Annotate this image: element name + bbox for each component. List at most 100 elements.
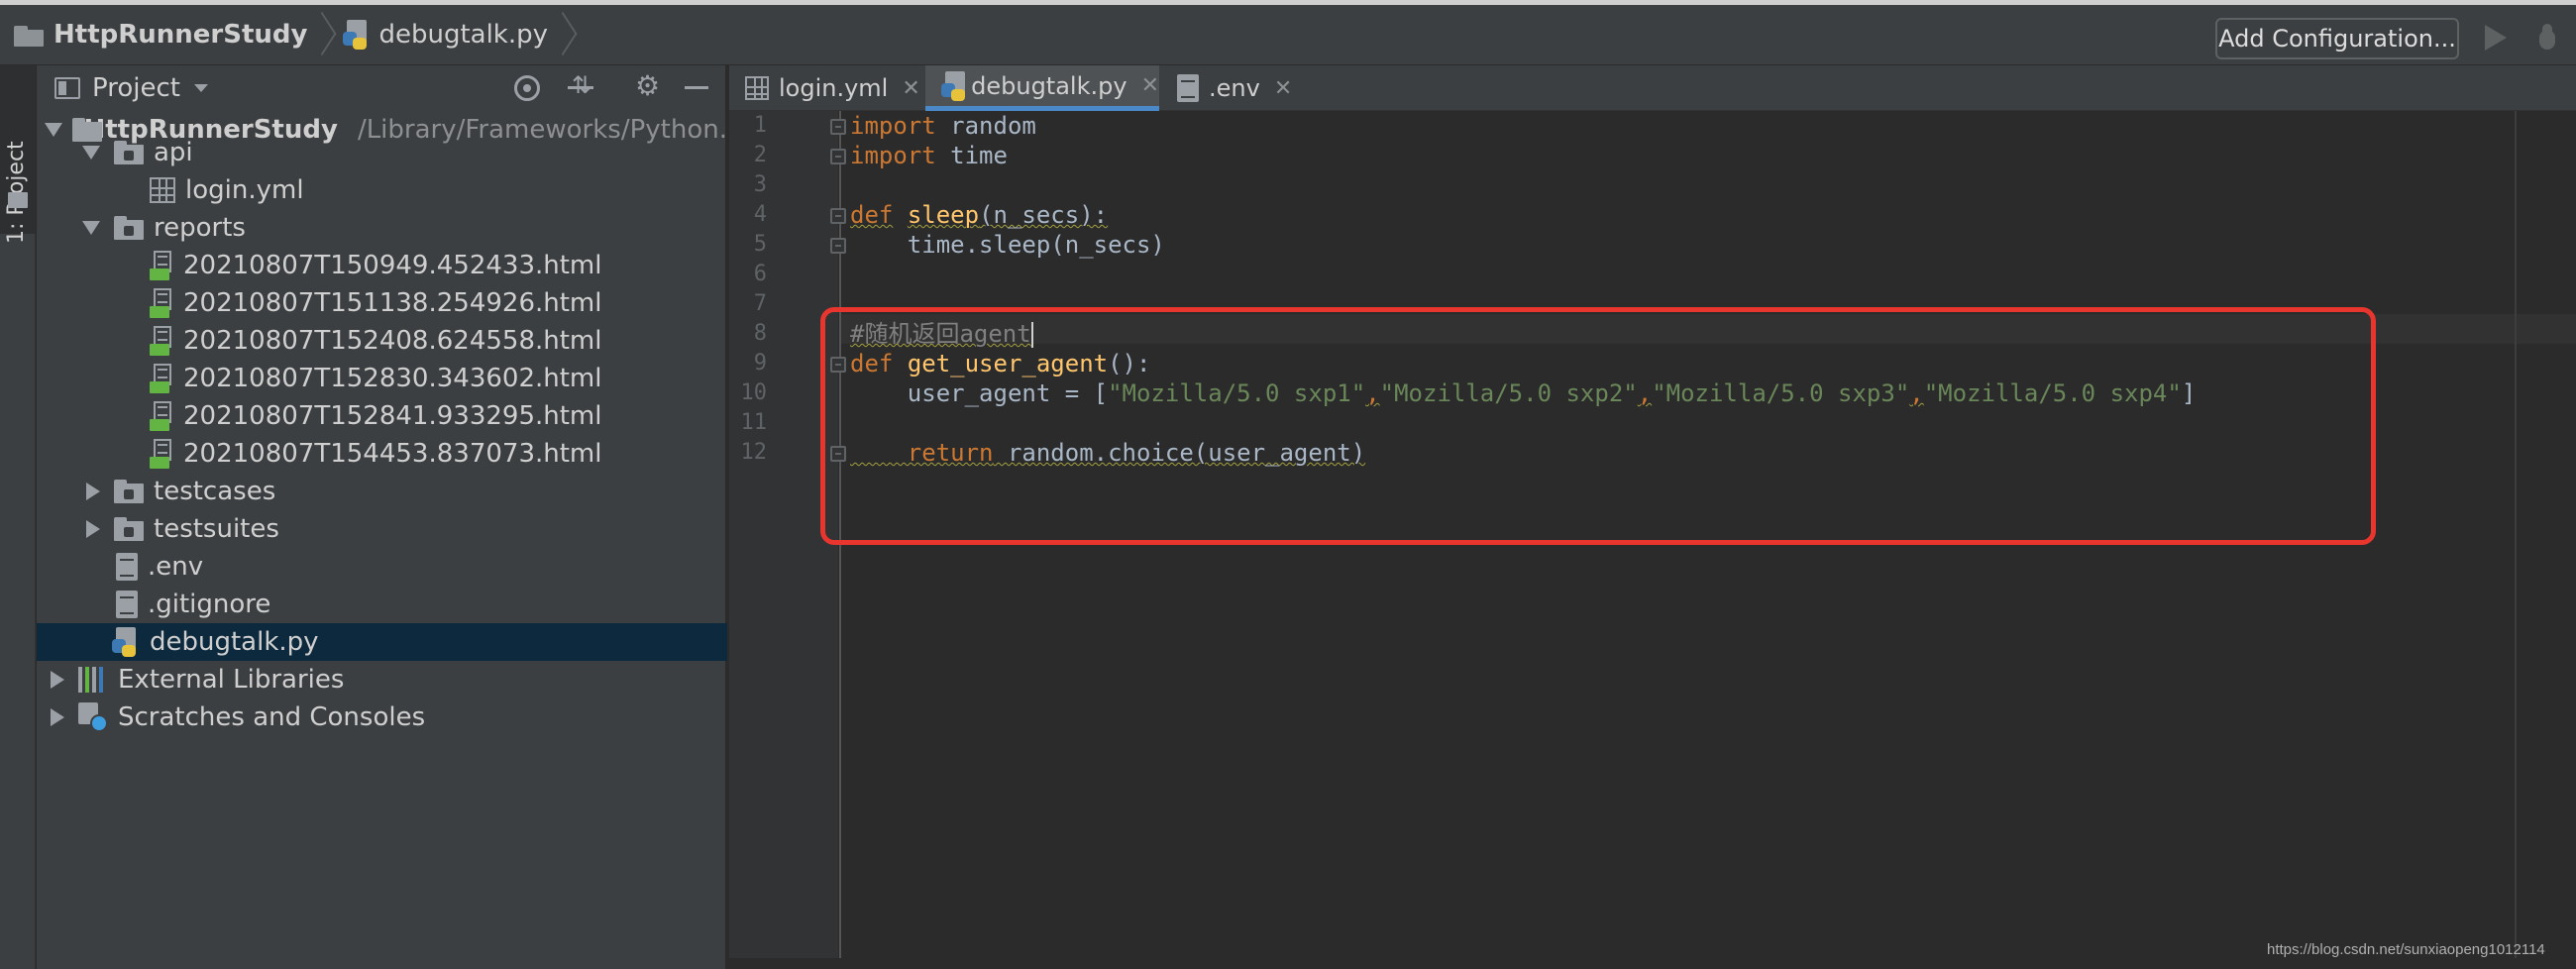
code-text: random — [935, 112, 1036, 140]
keyword: import — [850, 142, 936, 169]
fold-marker-icon[interactable] — [830, 119, 846, 135]
code-line-4: def sleep(n_secs): — [850, 200, 1108, 230]
tree-item-report-html[interactable]: 20210807T150949.452433.html — [37, 247, 727, 284]
code-text: (n_secs): — [979, 201, 1109, 229]
html-file-icon — [150, 326, 173, 356]
expand-arrow-icon[interactable] — [51, 708, 64, 726]
fold-marker-icon[interactable] — [830, 149, 846, 164]
line-number: 6 — [753, 262, 767, 286]
python-file-icon — [112, 627, 140, 657]
breadcrumb-project[interactable]: HttpRunnerStudy — [54, 20, 307, 50]
chevron-right-icon — [315, 15, 335, 54]
run-icon[interactable] — [2485, 25, 2507, 51]
line-number: 9 — [753, 351, 767, 376]
tree-item-label: reports — [154, 213, 246, 243]
tree-item-label: External Libraries — [118, 665, 345, 695]
html-file-icon — [150, 364, 173, 393]
expand-arrow-icon[interactable] — [82, 221, 100, 235]
tab-debugtalk-py[interactable]: debugtalk.py ✕ — [925, 65, 1159, 111]
code-line-2: import time — [850, 141, 1008, 170]
tree-item-testcases[interactable]: testcases — [37, 473, 727, 510]
tree-item-debugtalk[interactable]: debugtalk.py — [37, 623, 727, 661]
tree-item-label: login.yml — [185, 175, 304, 205]
tree-item-reports[interactable]: reports — [37, 209, 727, 247]
tab-label: debugtalk.py — [971, 71, 1127, 100]
breadcrumb-file[interactable]: debugtalk.py — [378, 20, 548, 50]
breadcrumb: HttpRunnerStudy debugtalk.py — [0, 5, 584, 64]
tree-item-report-html[interactable]: 20210807T152841.933295.html — [37, 397, 727, 435]
line-number: 11 — [740, 410, 768, 435]
debug-icon[interactable] — [2536, 24, 2558, 52]
fold-marker-icon[interactable] — [830, 208, 846, 224]
tree-item-report-html[interactable]: 20210807T154453.837073.html — [37, 435, 727, 473]
tree-item-report-html[interactable]: 20210807T152830.343602.html — [37, 360, 727, 397]
yaml-file-icon — [150, 177, 175, 203]
collapse-all-icon[interactable] — [568, 71, 593, 101]
expand-arrow-icon[interactable] — [86, 520, 100, 538]
code-line-5: time.sleep(n_secs) — [850, 231, 1165, 259]
navigation-bar: HttpRunnerStudy debugtalk.py Add Configu… — [0, 0, 2576, 65]
expand-arrow-icon[interactable] — [51, 671, 64, 689]
scratches-icon — [78, 702, 108, 732]
line-number: 3 — [753, 172, 767, 197]
chevron-right-icon — [556, 15, 576, 54]
text-file-icon — [1177, 74, 1199, 102]
close-icon[interactable]: ✕ — [1274, 76, 1292, 101]
code-text: time — [935, 142, 1008, 169]
keyword: import — [850, 112, 936, 140]
html-file-icon — [150, 251, 173, 280]
keyword: def — [850, 201, 894, 229]
tree-item-label: testsuites — [154, 514, 279, 544]
chevron-down-icon[interactable] — [193, 84, 208, 92]
line-number: 12 — [740, 440, 768, 465]
tree-item-label: .env — [148, 552, 204, 582]
tree-item-label: debugtalk.py — [150, 627, 319, 657]
yaml-file-icon — [745, 76, 769, 100]
text-file-icon — [116, 591, 138, 618]
function-name: sleep — [907, 201, 980, 229]
tree-item-label: 20210807T152830.343602.html — [183, 364, 602, 393]
tree-item-env[interactable]: .env — [37, 548, 727, 586]
editor-tab-bar: login.yml ✕ debugtalk.py ✕ .env ✕ — [729, 65, 2576, 111]
tree-item-label: 20210807T150949.452433.html — [183, 251, 602, 280]
folder-icon — [8, 192, 28, 208]
tab-login-yml[interactable]: login.yml ✕ — [729, 65, 923, 111]
tab-label: login.yml — [779, 74, 889, 102]
tree-item-label: Scratches and Consoles — [118, 702, 426, 732]
project-panel-header: Project ⚙ — [37, 65, 725, 111]
fold-marker-icon[interactable] — [830, 238, 846, 254]
project-view-selector[interactable]: Project — [92, 73, 180, 103]
python-file-icon — [941, 70, 965, 101]
close-icon[interactable]: ✕ — [1141, 73, 1159, 98]
tree-item-label: 20210807T152841.933295.html — [183, 401, 602, 431]
tree-item-testsuites[interactable]: testsuites — [37, 510, 727, 548]
watermark: https://blog.csdn.net/sunxiaopeng1012114 — [2267, 941, 2545, 958]
close-icon[interactable]: ✕ — [902, 76, 919, 101]
tab-env[interactable]: .env ✕ — [1161, 65, 1310, 111]
html-file-icon — [150, 401, 173, 431]
expand-arrow-icon[interactable] — [82, 146, 100, 160]
line-number: 10 — [740, 380, 768, 405]
expand-arrow-icon[interactable] — [86, 483, 100, 500]
tree-item-gitignore[interactable]: .gitignore — [37, 586, 727, 623]
tree-item-scratches[interactable]: Scratches and Consoles — [37, 699, 727, 736]
folder-icon — [114, 517, 144, 541]
add-configuration-button[interactable]: Add Configuration... — [2215, 18, 2459, 59]
tree-item-label: 20210807T154453.837073.html — [183, 439, 602, 469]
text-file-icon — [116, 553, 138, 581]
tree-item-report-html[interactable]: 20210807T152408.624558.html — [37, 322, 727, 360]
html-file-icon — [150, 288, 173, 318]
line-number: 2 — [753, 143, 767, 167]
tree-item-api[interactable]: api — [37, 134, 727, 171]
tree-item-report-html[interactable]: 20210807T151138.254926.html — [37, 284, 727, 322]
locate-icon[interactable] — [514, 75, 540, 101]
folder-icon — [114, 216, 144, 240]
project-tool-tab-label: 1: Project — [4, 141, 29, 244]
tree-item-external-libraries[interactable]: External Libraries — [37, 661, 727, 699]
gear-icon[interactable]: ⚙ — [635, 72, 661, 100]
tree-item-login-yml[interactable]: login.yml — [37, 171, 727, 209]
project-tool-tab[interactable]: 1: Project — [0, 65, 36, 244]
minimize-icon[interactable] — [685, 75, 710, 101]
html-file-icon — [150, 439, 173, 469]
tree-item-label: testcases — [154, 477, 276, 506]
